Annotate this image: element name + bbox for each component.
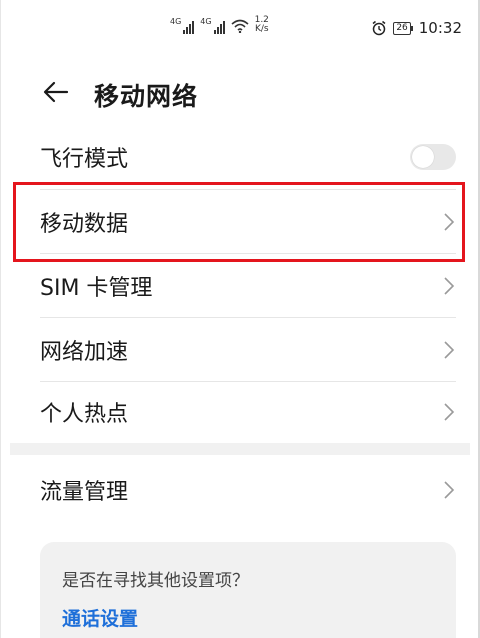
call-settings-link[interactable]: 通话设置 — [62, 604, 138, 631]
sim-management-row[interactable]: SIM 卡管理 — [40, 254, 456, 318]
airplane-mode-toggle[interactable] — [410, 144, 456, 170]
battery-icon: 26 — [393, 21, 413, 35]
page-title: 移动网络 — [94, 82, 199, 111]
network-acceleration-row[interactable]: 网络加速 — [40, 318, 456, 382]
network-speed: 1.2 K/s — [255, 16, 269, 34]
personal-hotspot-label: 个人热点 — [40, 402, 129, 427]
chevron-right-icon — [444, 403, 455, 421]
signal-2-icon: 4G — [200, 17, 225, 34]
airplane-mode-label: 飞行模式 — [40, 147, 129, 172]
status-bar-network: 4G 4G 1.2 K/s — [170, 16, 269, 34]
airplane-mode-row[interactable]: 飞行模式 — [40, 125, 456, 189]
chevron-right-icon — [444, 277, 455, 295]
network-speed-unit: K/s — [254, 24, 269, 34]
status-time: 10:32 — [418, 19, 462, 37]
toggle-knob — [412, 146, 434, 168]
traffic-management-row[interactable]: 流量管理 — [40, 458, 456, 522]
battery-level: 26 — [393, 21, 411, 35]
signal-1-icon: 4G — [170, 17, 195, 34]
suggestion-card: 是否在寻找其他设置项？ 通话设置 — [40, 542, 456, 638]
suggestion-question: 是否在寻找其他设置项？ — [62, 571, 249, 591]
section-separator — [10, 443, 470, 455]
chevron-right-icon — [444, 341, 455, 359]
mobile-data-highlight — [13, 182, 465, 262]
status-bar: 4G 4G 1.2 K/s 26 10:32 — [0, 0, 480, 56]
chevron-right-icon — [444, 481, 455, 499]
personal-hotspot-row[interactable]: 个人热点 — [40, 380, 456, 444]
wifi-icon — [231, 19, 249, 33]
sim-management-label: SIM 卡管理 — [40, 276, 153, 301]
arrow-left-icon[interactable] — [42, 78, 70, 106]
signal-2-label: 4G — [200, 17, 212, 26]
status-bar-right: 26 10:32 — [371, 19, 462, 37]
network-acceleration-label: 网络加速 — [40, 340, 129, 365]
traffic-management-label: 流量管理 — [40, 480, 129, 505]
page-header: 移动网络 — [0, 64, 480, 120]
signal-1-label: 4G — [170, 17, 182, 26]
alarm-clock-icon — [372, 20, 386, 36]
